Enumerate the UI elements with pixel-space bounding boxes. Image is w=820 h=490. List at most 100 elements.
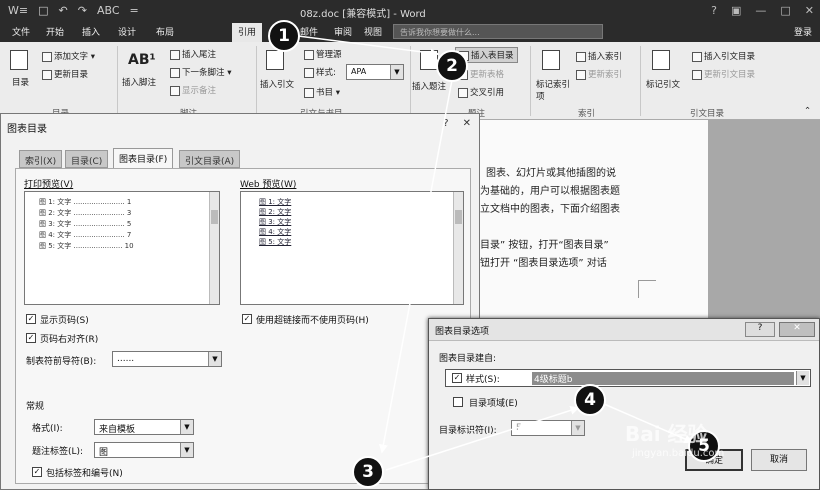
step-3-badge: 3: [352, 456, 384, 488]
web-preview-label: Web 预览(W): [240, 180, 297, 190]
scrollbar[interactable]: [209, 192, 219, 304]
toc-identifier-select[interactable]: F ▼: [511, 420, 585, 436]
insert-citation-icon[interactable]: [266, 50, 284, 70]
maximize-icon[interactable]: □: [780, 4, 790, 17]
close-button[interactable]: ✕: [779, 322, 815, 337]
web-preview-entry: 图 3: 文字: [259, 218, 292, 226]
include-label-number-label: 包括标签和编号(N): [46, 469, 123, 479]
toc-icon[interactable]: [10, 50, 28, 70]
bibliography-icon: [304, 87, 314, 98]
tab-home[interactable]: 开始: [46, 25, 64, 38]
toc-identifier-value: F: [516, 423, 522, 433]
tab-index[interactable]: 索引(X): [19, 150, 63, 168]
chevron-down-icon[interactable]: ▼: [796, 371, 809, 385]
mark-entry-icon[interactable]: [542, 50, 560, 70]
preview-entry: 图 1: 文字 ....................... 1: [39, 198, 132, 206]
tab-mailings[interactable]: 邮件: [300, 25, 318, 38]
insert-index-icon: [576, 51, 586, 62]
footnote-ab-icon[interactable]: AB¹: [128, 52, 156, 68]
format-select[interactable]: 来自模板 ▼: [94, 419, 194, 435]
tab-toc[interactable]: 目录(C): [65, 150, 109, 168]
group-divider: [256, 46, 257, 116]
mark-citation-button[interactable]: 标记引文: [646, 78, 680, 90]
manage-sources-label: 管理源: [316, 50, 342, 60]
tab-table-of-authorities[interactable]: 引文目录(A): [179, 150, 241, 168]
document-title: 08z.doc [兼容模式] - Word: [300, 9, 426, 20]
entry-page: 7: [126, 231, 132, 239]
tab-table-of-figures[interactable]: 图表目录(F): [113, 148, 174, 169]
help-icon[interactable]: ?: [711, 4, 717, 17]
close-icon[interactable]: ✕: [463, 118, 471, 129]
customize-qat-icon[interactable]: =: [130, 4, 139, 17]
include-label-number-checkbox[interactable]: ✓: [32, 467, 42, 477]
login-link[interactable]: 登录: [794, 25, 812, 38]
citation-style-select[interactable]: APA ▼: [346, 64, 404, 80]
spelling-icon[interactable]: ABC: [97, 4, 120, 17]
insert-footnote-button[interactable]: 插入脚注: [122, 76, 156, 88]
undo-icon[interactable]: ↶: [59, 4, 68, 17]
mark-entry-button[interactable]: 标记索引项: [536, 78, 572, 102]
cancel-button[interactable]: 取消: [751, 449, 807, 471]
chevron-down-icon: ▼: [390, 65, 403, 79]
scrollbar-thumb[interactable]: [211, 210, 218, 224]
show-page-numbers-checkbox[interactable]: ✓: [26, 314, 36, 324]
scrollbar-thumb[interactable]: [455, 210, 462, 224]
tab-design[interactable]: 设计: [118, 25, 136, 38]
help-button[interactable]: ?: [745, 322, 775, 337]
style-value[interactable]: 4级标题b: [532, 372, 794, 385]
chevron-down-icon: ▼: [208, 352, 221, 366]
ribbon-display-icon[interactable]: ▣: [731, 4, 741, 17]
update-table-label: 更新表格: [470, 70, 505, 80]
style-icon: [304, 67, 314, 78]
insert-caption-button[interactable]: 插入题注: [412, 80, 446, 92]
tab-file[interactable]: 文件: [12, 25, 30, 38]
format-label: 格式(I):: [32, 424, 63, 434]
tab-layout[interactable]: 布局: [156, 25, 174, 38]
update-toa-button[interactable]: 更新引文目录: [692, 68, 755, 80]
show-notes-icon: [170, 85, 180, 96]
tell-me-search-input[interactable]: 告诉我你想要做什么...: [393, 24, 603, 39]
insert-citation-button[interactable]: 插入引文: [260, 78, 294, 90]
table-entry-fields-checkbox[interactable]: [453, 397, 463, 407]
update-toc-button[interactable]: 更新目录: [42, 68, 88, 80]
entry-page: 5: [126, 220, 132, 228]
scrollbar[interactable]: [453, 192, 463, 304]
tab-review[interactable]: 审阅: [334, 25, 352, 38]
insert-endnote-button[interactable]: 插入尾注: [170, 48, 216, 60]
mark-citation-icon[interactable]: [652, 50, 670, 70]
watermark-url: jingyan.baidu.com: [632, 448, 725, 459]
cross-reference-label: 交叉引用: [470, 88, 505, 98]
update-index-label: 更新索引: [588, 70, 623, 80]
add-text-button[interactable]: 添加文字 ▾: [42, 50, 95, 62]
caption-label-select[interactable]: 图 ▼: [94, 442, 194, 458]
style-checkbox[interactable]: ✓: [452, 373, 462, 383]
next-footnote-icon: [170, 67, 180, 78]
save-icon[interactable]: □: [38, 4, 48, 17]
right-align-checkbox[interactable]: ✓: [26, 333, 36, 343]
update-index-button[interactable]: 更新索引: [576, 68, 622, 80]
insert-index-label: 插入索引: [588, 52, 623, 62]
minimize-icon[interactable]: —: [755, 4, 766, 17]
toc-button[interactable]: 目录: [12, 76, 29, 88]
tab-insert[interactable]: 插入: [82, 25, 100, 38]
tab-references[interactable]: 引用: [232, 23, 263, 42]
quick-access-toolbar: W≡ □ ↶ ↷ ABC =: [8, 4, 139, 17]
group-divider: [117, 46, 118, 116]
cross-reference-button[interactable]: 交叉引用: [458, 86, 504, 98]
bibliography-button[interactable]: 书目 ▾: [304, 86, 340, 98]
entry-page: 10: [124, 242, 134, 250]
bibliography-label: 书目 ▾: [316, 88, 340, 98]
collapse-ribbon-icon[interactable]: ⌃: [804, 106, 811, 116]
tab-leader-select[interactable]: ...... ▼: [112, 351, 222, 367]
tab-view[interactable]: 视图: [364, 25, 382, 38]
manage-sources-button[interactable]: 管理源: [304, 48, 342, 60]
insert-index-button[interactable]: 插入索引: [576, 50, 622, 62]
show-notes-button[interactable]: 显示备注: [170, 84, 216, 96]
next-footnote-button[interactable]: 下一条脚注 ▾: [170, 66, 231, 78]
redo-icon[interactable]: ↷: [78, 4, 87, 17]
insert-toa-button[interactable]: 插入引文目录: [692, 50, 755, 62]
help-icon[interactable]: ?: [443, 118, 448, 129]
close-icon[interactable]: ✕: [805, 4, 814, 17]
use-hyperlinks-checkbox[interactable]: ✓: [242, 314, 252, 324]
preview-entry: 图 2: 文字 ....................... 3: [39, 209, 132, 217]
